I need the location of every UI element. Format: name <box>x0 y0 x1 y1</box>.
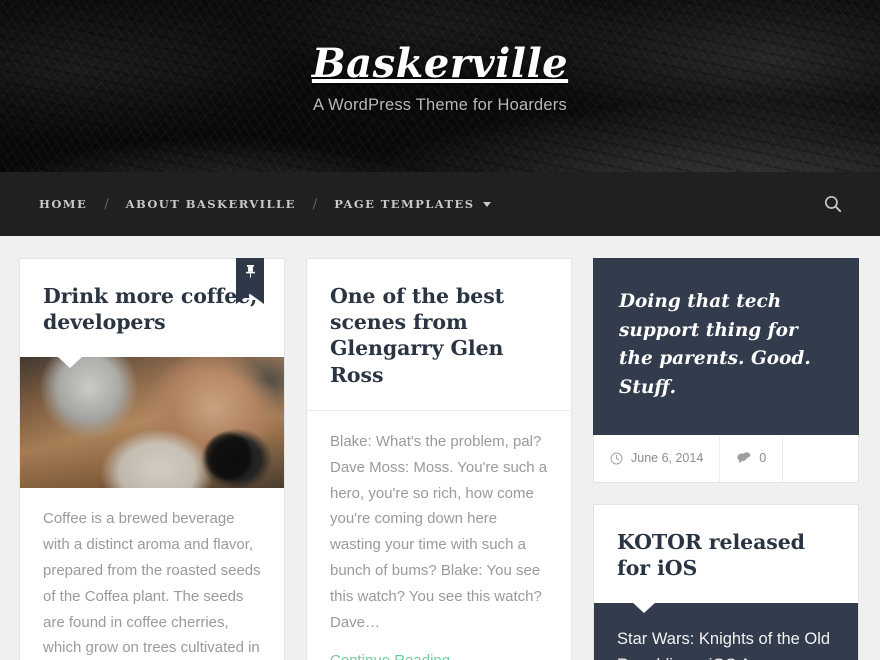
header-inner: Baskerville A WordPress Theme for Hoarde… <box>0 0 880 172</box>
quote-block[interactable]: Doing that tech support thing for the pa… <box>593 258 859 435</box>
search-toggle-button[interactable] <box>816 187 850 221</box>
post-card-drink-more-coffee[interactable]: Drink more coffee, developers Coffee is … <box>19 258 285 660</box>
post-card-tech-support-quote[interactable]: Doing that tech support thing for the pa… <box>593 258 859 483</box>
nav-item-label: Page Templates <box>334 197 475 211</box>
post-title-block: One of the best scenes from Glengarry Gl… <box>307 259 571 411</box>
nav-list: Home / About Baskerville / Page Template… <box>0 197 491 212</box>
nav-item-label: About Baskerville <box>125 197 296 211</box>
post-card-glengarry-glen-ross[interactable]: One of the best scenes from Glengarry Gl… <box>306 258 572 660</box>
chevron-down-icon <box>482 201 491 207</box>
site-description: A WordPress Theme for Hoarders <box>313 96 567 114</box>
search-icon <box>824 195 842 213</box>
nav-separator: / <box>104 196 109 212</box>
meta-cell-date[interactable]: June 6, 2014 <box>594 434 721 482</box>
nav-separator: / <box>312 196 318 212</box>
site-header: Baskerville A WordPress Theme for Hoarde… <box>0 0 880 172</box>
post-title[interactable]: One of the best scenes from Glengarry Gl… <box>330 283 548 388</box>
featured-image-photo <box>20 357 284 489</box>
post-excerpt-block: Coffee is a brewed beverage with a disti… <box>20 488 284 660</box>
comment-icon <box>736 451 751 465</box>
primary-navigation[interactable]: Home / About Baskerville / Page Template… <box>0 172 880 236</box>
nav-item-label: Home <box>39 197 88 211</box>
post-date: June 6, 2014 <box>631 451 704 466</box>
site-title[interactable]: Baskerville <box>312 43 568 85</box>
post-dark-excerpt-block: Star Wars: Knights of the Old Republic o… <box>594 602 858 660</box>
post-excerpt: Coffee is a brewed beverage with a disti… <box>43 510 261 657</box>
post-meta-bar: June 6, 2014 0 <box>593 434 859 483</box>
post-excerpt: Star Wars: Knights of the Old Republic o… <box>617 630 831 660</box>
nav-item-page-templates[interactable]: Page Templates <box>334 197 491 211</box>
post-card-kotor-released-for-ios[interactable]: KOTOR released for iOS Star Wars: Knight… <box>593 503 859 660</box>
post-title[interactable]: KOTOR released for iOS <box>617 529 835 581</box>
grid-column-2: One of the best scenes from Glengarry Gl… <box>306 258 572 660</box>
quote-text: Doing that tech support thing for the pa… <box>619 291 811 399</box>
meta-cell-extra <box>783 435 858 482</box>
post-title[interactable]: Drink more coffee, developers <box>43 283 261 335</box>
nav-item-about-baskerville[interactable]: About Baskerville <box>126 197 296 211</box>
title-notch <box>632 602 656 614</box>
post-grid: Drink more coffee, developers Coffee is … <box>0 236 880 660</box>
meta-cell-comments[interactable]: 0 <box>720 434 784 482</box>
grid-column-1: Drink more coffee, developers Coffee is … <box>19 258 285 660</box>
post-featured-image[interactable] <box>20 357 284 489</box>
post-excerpt-block: Blake: What's the problem, pal? Dave Mos… <box>307 411 571 660</box>
nav-item-home[interactable]: Home <box>39 197 87 211</box>
continue-reading-link[interactable]: Continue Reading → <box>330 652 469 660</box>
clock-icon <box>610 452 623 465</box>
post-title-block: KOTOR released for iOS <box>594 505 858 603</box>
grid-column-3: Doing that tech support thing for the pa… <box>593 258 859 660</box>
comment-count: 0 <box>759 451 767 466</box>
post-excerpt: Blake: What's the problem, pal? Dave Mos… <box>330 432 548 631</box>
pushpin-icon <box>245 265 255 278</box>
